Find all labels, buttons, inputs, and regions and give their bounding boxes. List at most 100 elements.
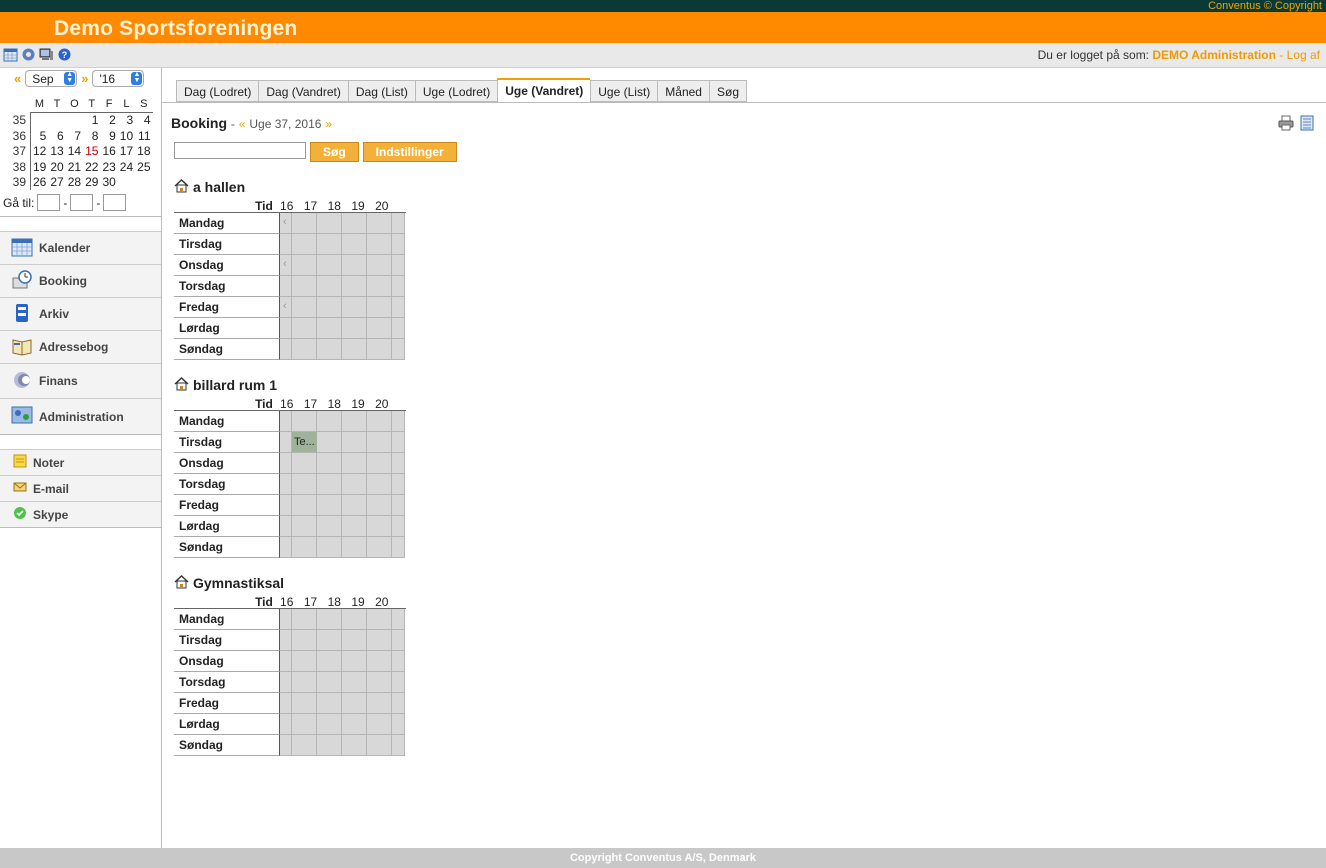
time-slot[interactable] (292, 297, 317, 318)
search-button[interactable]: Søg (310, 142, 359, 162)
time-slot[interactable] (317, 339, 342, 360)
time-slot[interactable] (317, 411, 342, 432)
time-slot[interactable] (280, 537, 292, 558)
calendar-day[interactable]: 29 (83, 175, 100, 191)
calendar-day[interactable]: 18 (135, 144, 152, 160)
time-slot[interactable] (292, 672, 317, 693)
sidebar-item-finans[interactable]: Finans (0, 363, 161, 398)
sidebar-item-administration[interactable]: Administration (0, 398, 161, 434)
time-slot[interactable] (392, 735, 405, 756)
time-slot[interactable] (292, 651, 317, 672)
sidebar-item-booking[interactable]: Booking (0, 264, 161, 297)
tab-uge-lodret[interactable]: Uge (Lodret) (414, 80, 498, 102)
calendar-next[interactable]: » (81, 71, 88, 86)
time-slot[interactable] (367, 495, 392, 516)
time-slot[interactable] (342, 432, 367, 453)
tab-søg[interactable]: Søg (708, 80, 747, 102)
time-slot[interactable]: ‹ (280, 213, 292, 234)
time-slot[interactable] (392, 516, 405, 537)
calendar-day[interactable]: 13 (48, 144, 65, 160)
search-input[interactable] (174, 142, 306, 159)
time-slot[interactable] (342, 453, 367, 474)
time-slot[interactable] (342, 276, 367, 297)
time-slot[interactable] (317, 609, 342, 630)
time-slot[interactable] (367, 297, 392, 318)
resource-title[interactable]: Gymnastiksal (174, 574, 406, 592)
calendar-day[interactable]: 23 (100, 159, 117, 175)
tab-uge-list[interactable]: Uge (List) (590, 80, 658, 102)
time-slot[interactable] (392, 432, 405, 453)
time-slot[interactable] (342, 537, 367, 558)
time-slot[interactable] (342, 516, 367, 537)
time-slot[interactable] (317, 693, 342, 714)
calendar-day[interactable]: 28 (66, 175, 83, 191)
time-slot[interactable] (292, 276, 317, 297)
time-slot[interactable] (317, 432, 342, 453)
booking-item[interactable]: Te... (292, 432, 317, 452)
time-slot[interactable] (367, 474, 392, 495)
time-slot[interactable] (342, 630, 367, 651)
time-slot[interactable] (342, 651, 367, 672)
time-slot[interactable] (292, 411, 317, 432)
time-slot[interactable] (292, 630, 317, 651)
time-slot[interactable] (280, 516, 292, 537)
time-slot[interactable] (342, 693, 367, 714)
time-slot[interactable] (342, 609, 367, 630)
calendar-day[interactable]: 8 (83, 128, 100, 144)
time-slot[interactable] (280, 318, 292, 339)
year-select[interactable]: '16 ▲ ▼ (92, 70, 145, 87)
calendar-day[interactable]: 25 (135, 159, 152, 175)
calendar-day[interactable]: 11 (135, 128, 152, 144)
time-slot[interactable] (367, 714, 392, 735)
time-slot[interactable] (292, 609, 317, 630)
tab-dag-list[interactable]: Dag (List) (347, 80, 415, 102)
calendar-day[interactable]: 22 (83, 159, 100, 175)
time-slot[interactable] (292, 234, 317, 255)
time-slot[interactable] (317, 276, 342, 297)
time-slot[interactable] (342, 672, 367, 693)
time-slot[interactable] (317, 714, 342, 735)
print-icon[interactable] (1278, 115, 1294, 134)
time-slot[interactable] (292, 537, 317, 558)
time-slot[interactable] (392, 318, 405, 339)
time-slot[interactable] (280, 672, 292, 693)
calendar-day[interactable]: 3 (117, 111, 136, 128)
time-slot[interactable] (317, 735, 342, 756)
time-slot[interactable] (280, 495, 292, 516)
time-slot[interactable] (342, 714, 367, 735)
time-slot[interactable] (317, 672, 342, 693)
week-number[interactable]: 35 (4, 112, 31, 128)
time-slot[interactable] (367, 339, 392, 360)
prev-week-link[interactable]: « (239, 117, 246, 131)
time-slot[interactable] (292, 453, 317, 474)
logout-link[interactable]: Log af (1287, 48, 1320, 62)
time-slot[interactable] (342, 234, 367, 255)
logged-in-user[interactable]: DEMO Administration (1152, 48, 1276, 62)
time-slot[interactable] (392, 297, 405, 318)
month-select[interactable]: Sep ▲ ▼ (25, 70, 78, 87)
time-slot[interactable] (392, 693, 405, 714)
time-slot[interactable] (280, 735, 292, 756)
time-slot[interactable] (392, 339, 405, 360)
time-slot[interactable] (392, 213, 405, 234)
time-slot[interactable] (342, 297, 367, 318)
time-slot[interactable] (367, 537, 392, 558)
time-slot[interactable] (367, 693, 392, 714)
time-slot[interactable] (367, 516, 392, 537)
calendar-day[interactable]: 7 (66, 128, 83, 144)
time-slot[interactable] (317, 318, 342, 339)
goto-month-input[interactable] (70, 194, 94, 211)
sidebar-item-arkiv[interactable]: Arkiv (0, 297, 161, 330)
time-slot[interactable] (392, 537, 405, 558)
time-slot[interactable] (367, 609, 392, 630)
calendar-day[interactable]: 30 (100, 175, 117, 191)
calendar-day[interactable]: 15 (83, 144, 100, 160)
calendar-day[interactable]: 2 (100, 111, 118, 128)
time-slot[interactable] (392, 651, 405, 672)
tab-uge-vandret[interactable]: Uge (Vandret) (497, 78, 591, 102)
time-slot[interactable] (317, 516, 342, 537)
sidebar-item-e-mail[interactable]: E-mail (0, 475, 161, 501)
time-slot[interactable] (392, 495, 405, 516)
time-slot[interactable] (317, 234, 342, 255)
time-slot[interactable] (342, 213, 367, 234)
